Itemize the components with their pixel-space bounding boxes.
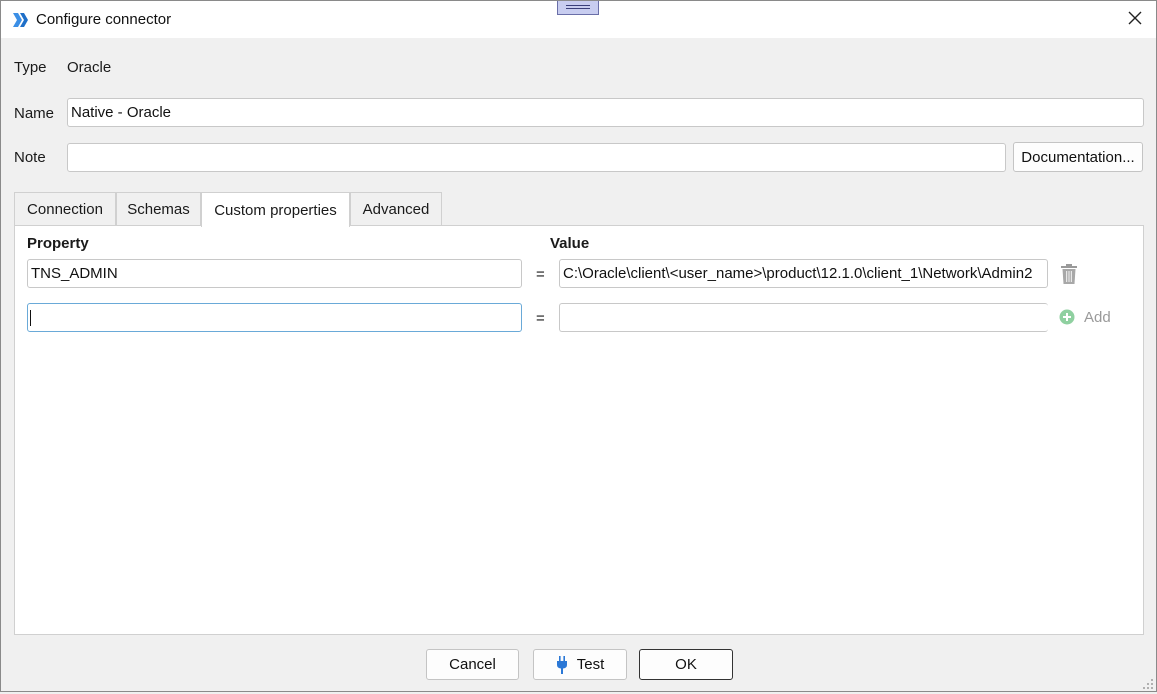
drag-handle[interactable] [557, 1, 599, 15]
documentation-button[interactable]: Documentation... [1013, 142, 1143, 172]
value-column-header: Value [550, 235, 590, 252]
type-label: Type [14, 59, 47, 76]
name-label: Name [14, 105, 55, 122]
add-property-button[interactable]: Add [1059, 306, 1111, 328]
tab-schemas[interactable]: Schemas [116, 192, 201, 226]
property-value-input[interactable]: C:\Oracle\client\<user_name>\product\12.… [559, 259, 1048, 288]
plus-circle-icon [1059, 309, 1075, 325]
new-property-value-input[interactable] [559, 303, 1048, 332]
configure-connector-dialog: Configure connector Type Oracle Name Nat… [0, 0, 1157, 692]
add-label: Add [1084, 308, 1111, 326]
cancel-button[interactable]: Cancel [426, 649, 519, 680]
connector-logo-icon [12, 12, 30, 28]
tab-custom-properties[interactable]: Custom properties [201, 192, 350, 227]
ok-button[interactable]: OK [639, 649, 733, 680]
equals-sign: = [536, 266, 545, 283]
delete-property-button[interactable] [1059, 263, 1079, 285]
property-column-header: Property [27, 235, 89, 252]
window-title: Configure connector [36, 11, 172, 28]
property-name-input[interactable]: TNS_ADMIN [27, 259, 522, 288]
type-value: Oracle [67, 59, 112, 76]
text-cursor [30, 310, 31, 326]
tab-connection[interactable]: Connection [14, 192, 116, 226]
equals-sign: = [536, 310, 545, 327]
resize-grip[interactable] [1142, 677, 1154, 689]
test-label: Test [576, 656, 605, 673]
note-label: Note [14, 149, 46, 166]
new-property-name-input[interactable] [27, 303, 522, 332]
tab-advanced[interactable]: Advanced [350, 192, 442, 226]
close-icon [1128, 11, 1142, 29]
trash-icon [1059, 264, 1079, 289]
note-input[interactable] [67, 143, 1006, 172]
test-button[interactable]: Test [533, 649, 627, 680]
plug-icon [556, 655, 568, 674]
name-input[interactable]: Native - Oracle [67, 98, 1144, 127]
close-button[interactable] [1119, 5, 1151, 35]
